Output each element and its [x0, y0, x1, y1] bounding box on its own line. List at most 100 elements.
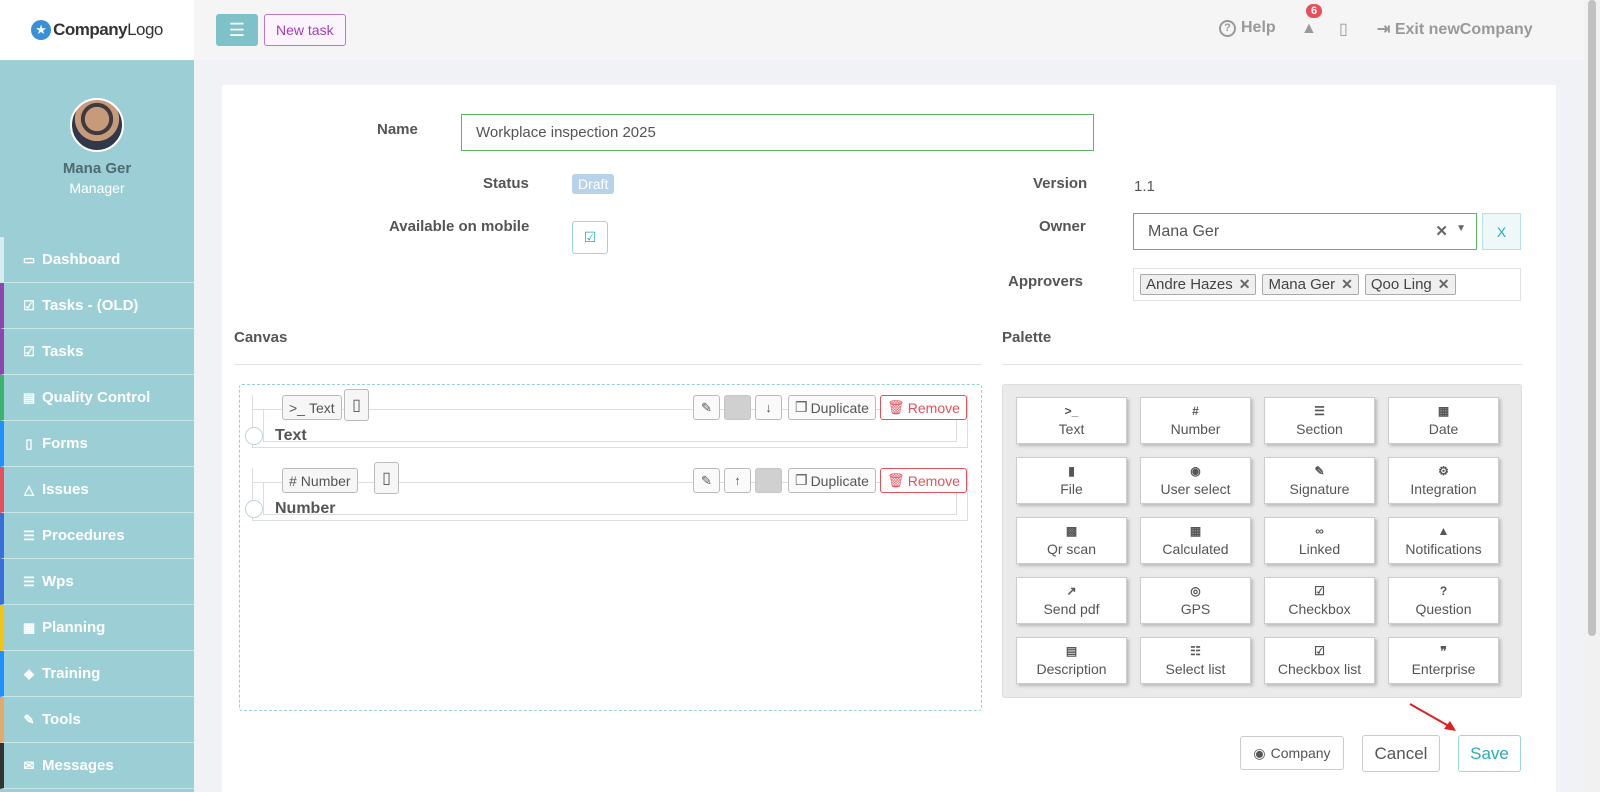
sidebar-item-tasks[interactable]: ☑ Tasks	[0, 329, 194, 375]
palette-item-file[interactable]: ▮ File	[1016, 457, 1127, 504]
list-ol-icon: ☷	[1190, 643, 1201, 658]
field-radio[interactable]	[245, 427, 263, 445]
palette-item-integration[interactable]: ⚙ Integration	[1388, 457, 1499, 504]
remove-approver-icon[interactable]: ✕	[1341, 276, 1353, 293]
palette-item-notifications[interactable]: ▲ Notifications	[1388, 517, 1499, 564]
palette-item-number[interactable]: # Number	[1140, 397, 1251, 444]
sidebar-item-wps[interactable]: ☰ Wps	[0, 559, 194, 605]
field-label: Text	[275, 427, 307, 444]
palette-item-question[interactable]: ? Question	[1388, 577, 1499, 624]
palette-item-text[interactable]: >_ Text	[1016, 397, 1127, 444]
terminal-icon: >_	[289, 399, 305, 416]
palette-item-gps[interactable]: ◎ GPS	[1140, 577, 1251, 624]
approvers-label: Approvers	[1008, 273, 1084, 290]
remove-approver-icon[interactable]: ✕	[1239, 276, 1251, 293]
cancel-button[interactable]: Cancel	[1362, 735, 1440, 772]
palette-item-description[interactable]: ▤ Description	[1016, 637, 1127, 684]
palette-item-user-select[interactable]: ◉ User select	[1140, 457, 1251, 504]
field-type-label: Number	[300, 472, 351, 489]
notifications-bell-icon[interactable]: ▲	[1301, 20, 1317, 38]
remove-button[interactable]: 🗑 Remove	[880, 395, 967, 420]
help-link[interactable]: ? Help	[1219, 19, 1276, 37]
building-icon[interactable]: ▯	[1339, 19, 1348, 39]
new-task-button[interactable]: New task	[264, 14, 346, 46]
palette-item-label: Calculated	[1162, 540, 1229, 557]
name-input[interactable]: Workplace inspection 2025	[461, 114, 1094, 151]
field-type-tag: # Number	[282, 468, 358, 493]
sidebar-item-label: Tools	[42, 711, 81, 728]
sidebar-item-planning[interactable]: ▦ Planning	[0, 605, 194, 651]
palette-item-linked[interactable]: ∞ Linked	[1264, 517, 1375, 564]
palette-item-checkbox[interactable]: ☑ Checkbox	[1264, 577, 1375, 624]
avatar[interactable]	[70, 98, 124, 152]
mobile-phone-icon[interactable]: ▯	[374, 462, 399, 494]
canvas-field-number[interactable]: # Number ▯ ✎ ↑ ❐ Duplicate 🗑 Remove Number	[245, 462, 968, 521]
file-icon: ▮	[1068, 463, 1075, 478]
sidebar-item-training[interactable]: ◆ Training	[0, 651, 194, 697]
wrench-icon[interactable]: ✎	[693, 395, 720, 420]
duplicate-label: Duplicate	[810, 399, 869, 416]
palette-item-label: Checkbox	[1288, 600, 1351, 617]
check-square-icon: ☑	[1314, 583, 1325, 598]
arrow-down-icon[interactable]: ↓	[755, 395, 782, 420]
canvas-dropzone[interactable]: >_ Text ▯ ✎ ↓ ❐ Duplicate 🗑 Remove Text # …	[239, 384, 982, 711]
sidebar-item-dashboard[interactable]: ▭ Dashboard	[0, 237, 194, 283]
menu-toggle-button[interactable]: ☰	[216, 14, 258, 46]
company-view-button[interactable]: ◉ Company	[1240, 736, 1344, 770]
palette-item-select-list[interactable]: ☷ Select list	[1140, 637, 1251, 684]
link-icon: ∞	[1315, 523, 1324, 538]
palette-item-label: Notifications	[1405, 540, 1482, 557]
palette-item-qr-scan[interactable]: ▩ Qr scan	[1016, 517, 1127, 564]
palette-item-label: Text	[1058, 420, 1085, 437]
palette-panel: >_ Text # Number ☰ Section ▦ Date ▮ File ◉ User sel…	[1002, 384, 1522, 698]
approvers-select[interactable]: Andre Hazes ✕ Mana Ger ✕ Qoo Ling ✕	[1133, 268, 1521, 301]
palette-item-label: Section	[1296, 420, 1343, 437]
available-on-mobile-checkbox[interactable]: ☑	[572, 221, 608, 254]
wrench-icon[interactable]: ✎	[693, 468, 720, 493]
palette-item-date[interactable]: ▦ Date	[1388, 397, 1499, 444]
remove-button[interactable]: 🗑 Remove	[880, 468, 967, 493]
remove-approver-icon[interactable]: ✕	[1438, 276, 1450, 293]
owner-clear-button[interactable]: X	[1482, 213, 1521, 250]
field-radio[interactable]	[245, 500, 263, 518]
task-editor-card: Name Workplace inspection 2025 Status Dr…	[222, 85, 1556, 792]
mobile-phone-icon[interactable]: ▯	[344, 389, 369, 421]
palette-item-signature[interactable]: ✎ Signature	[1264, 457, 1375, 504]
palette-item-enterprise[interactable]: ❞ Enterprise	[1388, 637, 1499, 684]
duplicate-button[interactable]: ❐ Duplicate	[788, 395, 876, 420]
canvas-field-text[interactable]: >_ Text ▯ ✎ ↓ ❐ Duplicate 🗑 Remove Text	[245, 389, 968, 448]
scrollbar-thumb[interactable]	[1588, 0, 1596, 636]
sidebar-item-quality-control[interactable]: ▤ Quality Control	[0, 375, 194, 421]
sidebar-item-forms[interactable]: ▯ Forms	[0, 421, 194, 467]
sidebar-item-messages[interactable]: ✉ Messages	[0, 743, 194, 789]
exit-company-link[interactable]: ⇥ Exit newCompany	[1377, 19, 1533, 39]
palette-item-calculated[interactable]: ▦ Calculated	[1140, 517, 1251, 564]
sidebar-nav: ▭ Dashboard ☑ Tasks - (OLD) ☑ Tasks ▤ Quality C…	[0, 237, 194, 789]
palette-item-section[interactable]: ☰ Section	[1264, 397, 1375, 444]
calendar-check-icon: ▦	[22, 619, 36, 635]
sign-out-icon: ⇥	[1377, 21, 1391, 38]
sidebar-item-issues[interactable]: △ Issues	[0, 467, 194, 513]
palette-item-label: Enterprise	[1411, 660, 1476, 677]
palette-item-send-pdf[interactable]: ↗ Send pdf	[1016, 577, 1127, 624]
sidebar: ★ CompanyLogo Mana Ger Manager ▭ Dashboar…	[0, 0, 194, 792]
clear-selection-icon[interactable]: ✕	[1435, 222, 1448, 240]
eye-icon: ◉	[1253, 744, 1266, 761]
palette-item-checkbox-list[interactable]: ☑ Checkbox list	[1264, 637, 1375, 684]
save-button[interactable]: Save	[1458, 735, 1521, 772]
owner-select[interactable]: Mana Ger ✕ ▼	[1133, 213, 1477, 250]
owner-label: Owner	[1039, 218, 1086, 235]
check-square-icon: ☑	[23, 297, 35, 313]
company-logo[interactable]: ★ CompanyLogo	[0, 0, 194, 60]
chevron-down-icon[interactable]: ▼	[1456, 223, 1466, 234]
duplicate-button[interactable]: ❐ Duplicate	[788, 468, 876, 493]
sidebar-item-tasks-old[interactable]: ☑ Tasks - (OLD)	[0, 283, 194, 329]
question-circle-icon: ?	[1219, 19, 1236, 37]
trash-icon: 🗑	[887, 472, 905, 488]
version-label: Version	[1033, 175, 1088, 192]
sidebar-item-procedures[interactable]: ☰ Procedures	[0, 513, 194, 559]
page-scrollbar[interactable]	[1584, 0, 1600, 792]
sidebar-item-tools[interactable]: ✎ Tools	[0, 697, 194, 743]
arrow-up-icon[interactable]: ↑	[724, 468, 751, 493]
copy-icon: ❐	[795, 399, 808, 415]
